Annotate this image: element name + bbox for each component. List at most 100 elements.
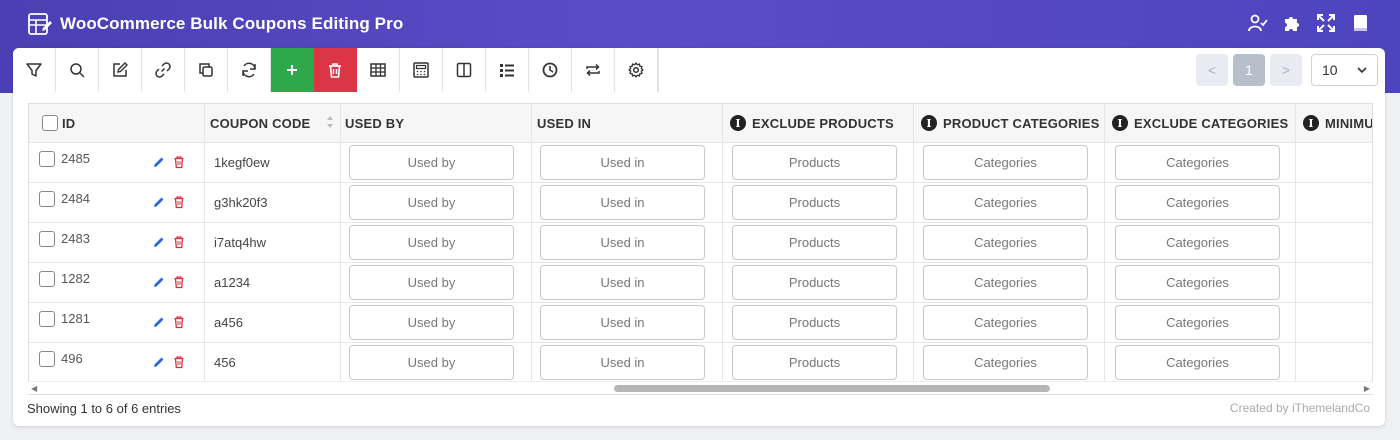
info-icon[interactable]: i — [730, 115, 746, 131]
row-checkbox[interactable] — [39, 351, 55, 367]
used-by-button[interactable]: Used by — [349, 225, 514, 260]
used-in-button[interactable]: Used in — [540, 265, 705, 300]
product-categories-button[interactable]: Categories — [923, 305, 1088, 340]
row-checkbox[interactable] — [39, 151, 55, 167]
col-id[interactable]: ID — [62, 116, 75, 131]
delete-icon[interactable] — [172, 355, 186, 369]
coupon-code[interactable]: a1234 — [214, 263, 250, 302]
coupon-code[interactable]: 456 — [214, 343, 236, 382]
bulk-edit-button[interactable] — [99, 48, 142, 92]
col-product-categories[interactable]: i PRODUCT CATEGORIES — [921, 104, 1099, 142]
used-in-button[interactable]: Used in — [540, 185, 705, 220]
app-logo-icon — [28, 13, 52, 35]
puzzle-icon[interactable] — [1282, 13, 1302, 33]
edit-icon[interactable] — [152, 355, 166, 369]
coupon-code[interactable]: i7atq4hw — [214, 223, 266, 262]
coupon-code[interactable]: a456 — [214, 303, 243, 342]
history-button[interactable] — [529, 48, 572, 92]
page-1-button[interactable]: 1 — [1233, 54, 1265, 86]
row-checkbox[interactable] — [39, 311, 55, 327]
used-in-button[interactable]: Used in — [540, 345, 705, 380]
product-categories-button[interactable]: Categories — [923, 145, 1088, 180]
exclude-products-button[interactable]: Products — [732, 225, 897, 260]
edit-icon[interactable] — [152, 155, 166, 169]
delete-icon[interactable] — [172, 315, 186, 329]
exclude-categories-button[interactable]: Categories — [1115, 225, 1280, 260]
next-page-button[interactable]: > — [1270, 54, 1302, 86]
search-button[interactable] — [56, 48, 99, 92]
scrollbar-thumb[interactable] — [614, 385, 1050, 392]
used-by-button[interactable]: Used by — [349, 185, 514, 220]
edit-icon[interactable] — [152, 235, 166, 249]
column-manager-button[interactable] — [443, 48, 486, 92]
exclude-categories-button[interactable]: Categories — [1115, 185, 1280, 220]
filter-button[interactable] — [13, 48, 56, 92]
col-minimum[interactable]: i MINIMU — [1303, 104, 1372, 142]
used-by-button[interactable]: Used by — [349, 345, 514, 380]
calculator-icon — [413, 62, 429, 78]
delete-button[interactable] — [314, 48, 357, 92]
product-categories-button[interactable]: Categories — [923, 185, 1088, 220]
col-coupon-code[interactable]: COUPON CODE — [210, 104, 340, 142]
used-by-button[interactable]: Used by — [349, 145, 514, 180]
sort-icon[interactable] — [326, 114, 334, 130]
exclude-products-button[interactable]: Products — [732, 185, 897, 220]
row-checkbox[interactable] — [39, 231, 55, 247]
used-in-button[interactable]: Used in — [540, 145, 705, 180]
exclude-categories-button[interactable]: Categories — [1115, 265, 1280, 300]
exclude-categories-button[interactable]: Categories — [1115, 345, 1280, 380]
reload-button[interactable] — [228, 48, 271, 92]
select-all-checkbox[interactable] — [42, 115, 58, 131]
info-icon[interactable]: i — [1303, 115, 1319, 131]
coupon-code[interactable]: 1kegf0ew — [214, 143, 270, 182]
import-export-button[interactable] — [572, 48, 615, 92]
exclude-categories-button[interactable]: Categories — [1115, 305, 1280, 340]
col-used-by[interactable]: USED BY — [345, 104, 404, 142]
col-exclude-products[interactable]: i EXCLUDE PRODUCTS — [730, 104, 894, 142]
delete-icon[interactable] — [172, 195, 186, 209]
exclude-products-button[interactable]: Products — [732, 265, 897, 300]
delete-icon[interactable] — [172, 235, 186, 249]
row-checkbox[interactable] — [39, 191, 55, 207]
exclude-products-button[interactable]: Products — [732, 345, 897, 380]
edit-icon[interactable] — [152, 275, 166, 289]
product-categories-button[interactable]: Categories — [923, 345, 1088, 380]
edit-icon[interactable] — [152, 195, 166, 209]
used-by-button[interactable]: Used by — [349, 305, 514, 340]
scroll-left-icon[interactable]: ◀ — [31, 384, 37, 393]
settings-button[interactable] — [615, 48, 658, 92]
col-exclude-categories[interactable]: i EXCLUDE CATEGORIES — [1112, 104, 1288, 142]
used-in-button[interactable]: Used in — [540, 305, 705, 340]
duplicate-button[interactable] — [185, 48, 228, 92]
used-in-button[interactable]: Used in — [540, 225, 705, 260]
prev-page-button[interactable]: < — [1196, 54, 1228, 86]
info-icon[interactable]: i — [921, 115, 937, 131]
used-by-button[interactable]: Used by — [349, 265, 514, 300]
edit-icon[interactable] — [152, 315, 166, 329]
add-coupon-button[interactable] — [271, 48, 314, 92]
expand-icon[interactable] — [1316, 13, 1336, 33]
user-check-icon[interactable] — [1248, 13, 1268, 33]
info-icon[interactable]: i — [1112, 115, 1128, 131]
search-icon — [70, 63, 85, 78]
product-categories-button[interactable]: Categories — [923, 265, 1088, 300]
product-categories-button[interactable]: Categories — [923, 225, 1088, 260]
column-profiles-button[interactable] — [357, 48, 400, 92]
exclude-products-button[interactable]: Products — [732, 305, 897, 340]
per-page-select[interactable]: 10 — [1311, 54, 1378, 86]
delete-icon[interactable] — [172, 275, 186, 289]
coupon-code[interactable]: g3hk20f3 — [214, 183, 268, 222]
main-panel: < 1 > 10 ID COUPON CODE USED BY USED IN … — [13, 48, 1385, 426]
bind-edit-button[interactable] — [142, 48, 185, 92]
columns-icon — [456, 62, 472, 78]
exclude-categories-button[interactable]: Categories — [1115, 145, 1280, 180]
calculator-button[interactable] — [400, 48, 443, 92]
horizontal-scrollbar[interactable]: ◀ ▶ — [28, 381, 1373, 394]
delete-icon[interactable] — [172, 155, 186, 169]
book-icon[interactable] — [1350, 13, 1370, 33]
exclude-products-button[interactable]: Products — [732, 145, 897, 180]
scroll-right-icon[interactable]: ▶ — [1364, 384, 1370, 393]
meta-fields-button[interactable] — [486, 48, 529, 92]
row-checkbox[interactable] — [39, 271, 55, 287]
col-used-in[interactable]: USED IN — [537, 104, 591, 142]
